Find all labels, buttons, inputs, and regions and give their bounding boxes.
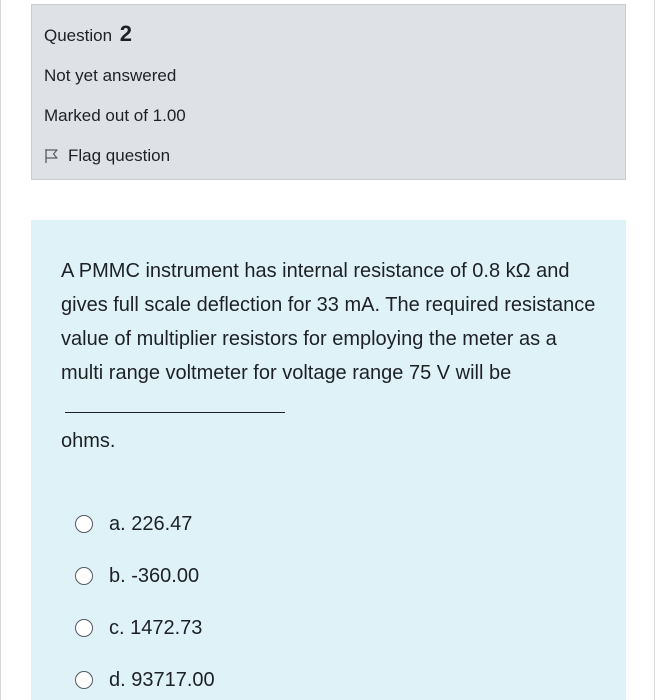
answer-option-label: d. 93717.00 (109, 668, 215, 691)
question-text-body: A PMMC instrument has internal resistanc… (61, 260, 596, 384)
flag-question-button[interactable]: Flag question (44, 145, 613, 167)
answer-option-label: a. 226.47 (109, 512, 193, 535)
answer-blank-line (65, 393, 285, 413)
question-grade: Marked out of 1.00 (44, 106, 186, 125)
answer-option-d[interactable]: d. 93717.00 (75, 654, 596, 700)
radio-button[interactable] (75, 619, 93, 637)
flag-question-label: Flag question (68, 146, 171, 165)
flag-icon (45, 149, 58, 163)
answer-option-b[interactable]: b. -360.00 (75, 550, 596, 602)
question-info-panel: Question 2 Not yet answered Marked out o… (31, 4, 626, 180)
answer-option-a[interactable]: a. 226.47 (75, 498, 596, 550)
question-state: Not yet answered (44, 66, 177, 85)
question-content: A PMMC instrument has internal resistanc… (31, 220, 626, 700)
question-label: Question (44, 26, 113, 45)
answer-options: a. 226.47 b. -360.00 c. 1472.73 d. 93717… (61, 498, 596, 700)
question-text-unit: ohms. (61, 430, 116, 452)
question-number: 2 (119, 21, 133, 46)
radio-button[interactable] (75, 671, 93, 689)
answer-option-label: b. -360.00 (109, 564, 200, 587)
question-text: A PMMC instrument has internal resistanc… (61, 254, 596, 458)
question-heading: Question 2 (44, 23, 613, 49)
answer-option-c[interactable]: c. 1472.73 (75, 602, 596, 654)
radio-button[interactable] (75, 567, 93, 585)
quiz-page: Question 2 Not yet answered Marked out o… (0, 0, 655, 700)
radio-button[interactable] (75, 515, 93, 533)
answer-option-label: c. 1472.73 (109, 616, 203, 639)
